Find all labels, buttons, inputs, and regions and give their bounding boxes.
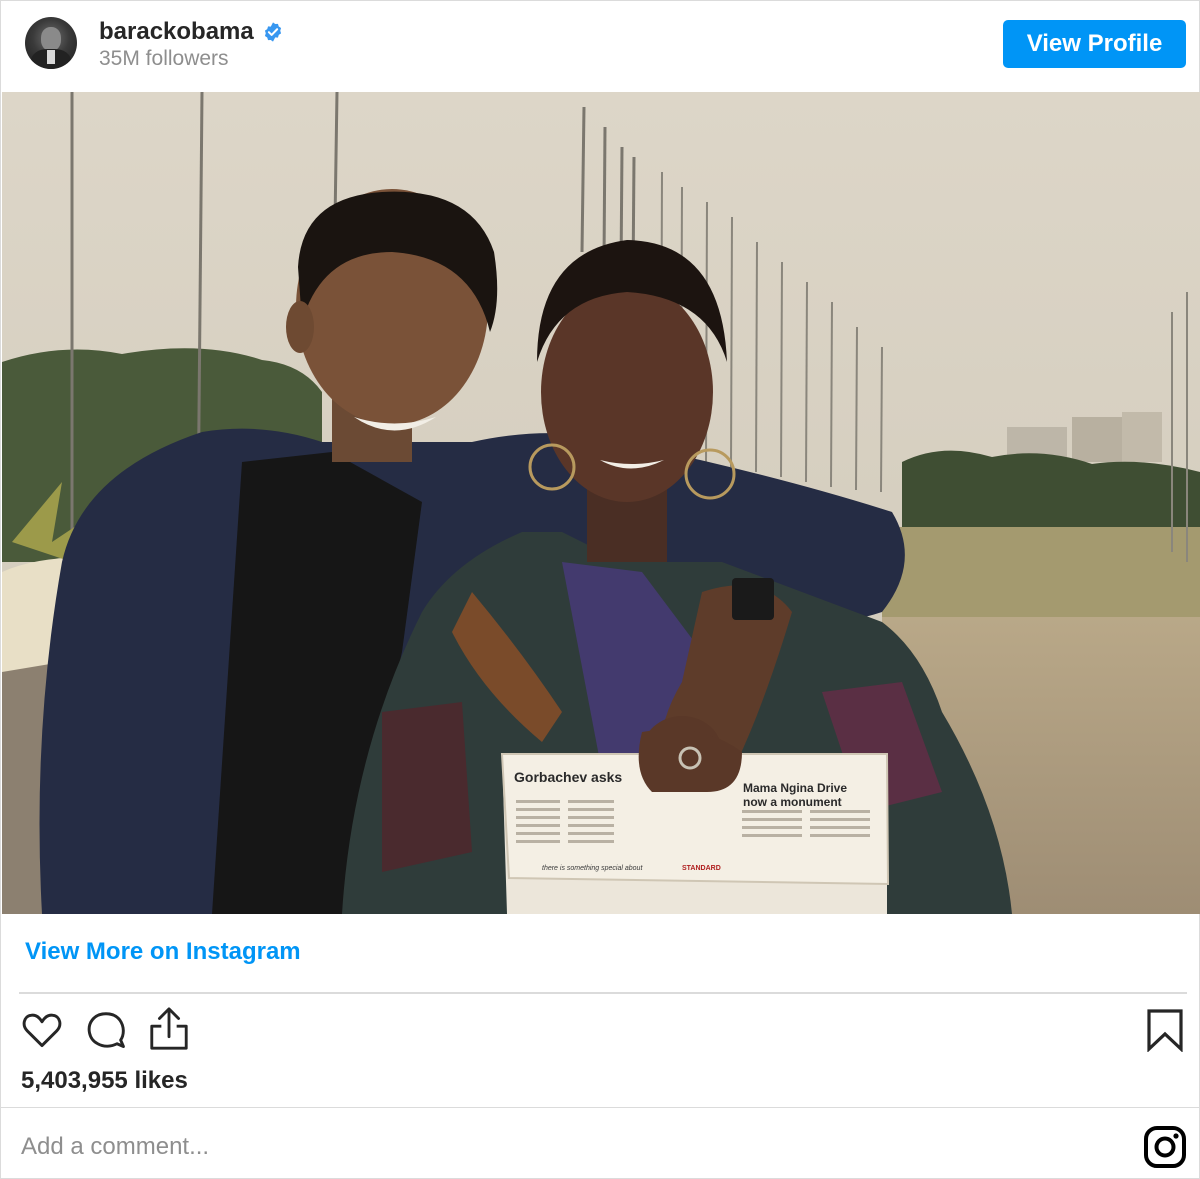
- photo-illustration: Gorbachev asks Mama Ngina Drive now a mo…: [2, 92, 1200, 914]
- username[interactable]: barackobama: [99, 18, 254, 46]
- view-more-link[interactable]: View More on Instagram: [25, 938, 301, 966]
- newspaper-brand: STANDARD: [682, 865, 721, 872]
- instagram-embed: barackobama 35M followers View Profile G…: [0, 0, 1200, 1179]
- divider: [1, 1107, 1199, 1108]
- newspaper-footer: there is something special about: [542, 865, 643, 872]
- verified-badge-icon: [264, 22, 281, 42]
- comment-icon[interactable]: [83, 1008, 129, 1052]
- add-comment-field[interactable]: Add a comment...: [21, 1133, 209, 1161]
- username-row: barackobama: [99, 18, 284, 46]
- likes-count: 5,403,955 likes: [21, 1067, 188, 1094]
- followers-count: 35M followers: [99, 47, 229, 70]
- heart-icon[interactable]: [19, 1008, 65, 1052]
- newspaper-right-headline-2: now a monument: [743, 795, 842, 809]
- view-profile-button[interactable]: View Profile: [1003, 20, 1186, 68]
- share-icon[interactable]: [147, 1006, 191, 1052]
- post-photo[interactable]: Gorbachev asks Mama Ngina Drive now a mo…: [2, 92, 1200, 914]
- bookmark-icon[interactable]: [1145, 1008, 1185, 1052]
- post-header: barackobama 35M followers View Profile: [1, 1, 1199, 91]
- instagram-logo-icon[interactable]: [1143, 1125, 1187, 1169]
- avatar[interactable]: [25, 17, 77, 69]
- newspaper-left-headline: Gorbachev asks: [514, 769, 622, 785]
- divider: [19, 992, 1187, 994]
- newspaper-right-headline-1: Mama Ngina Drive: [743, 781, 847, 795]
